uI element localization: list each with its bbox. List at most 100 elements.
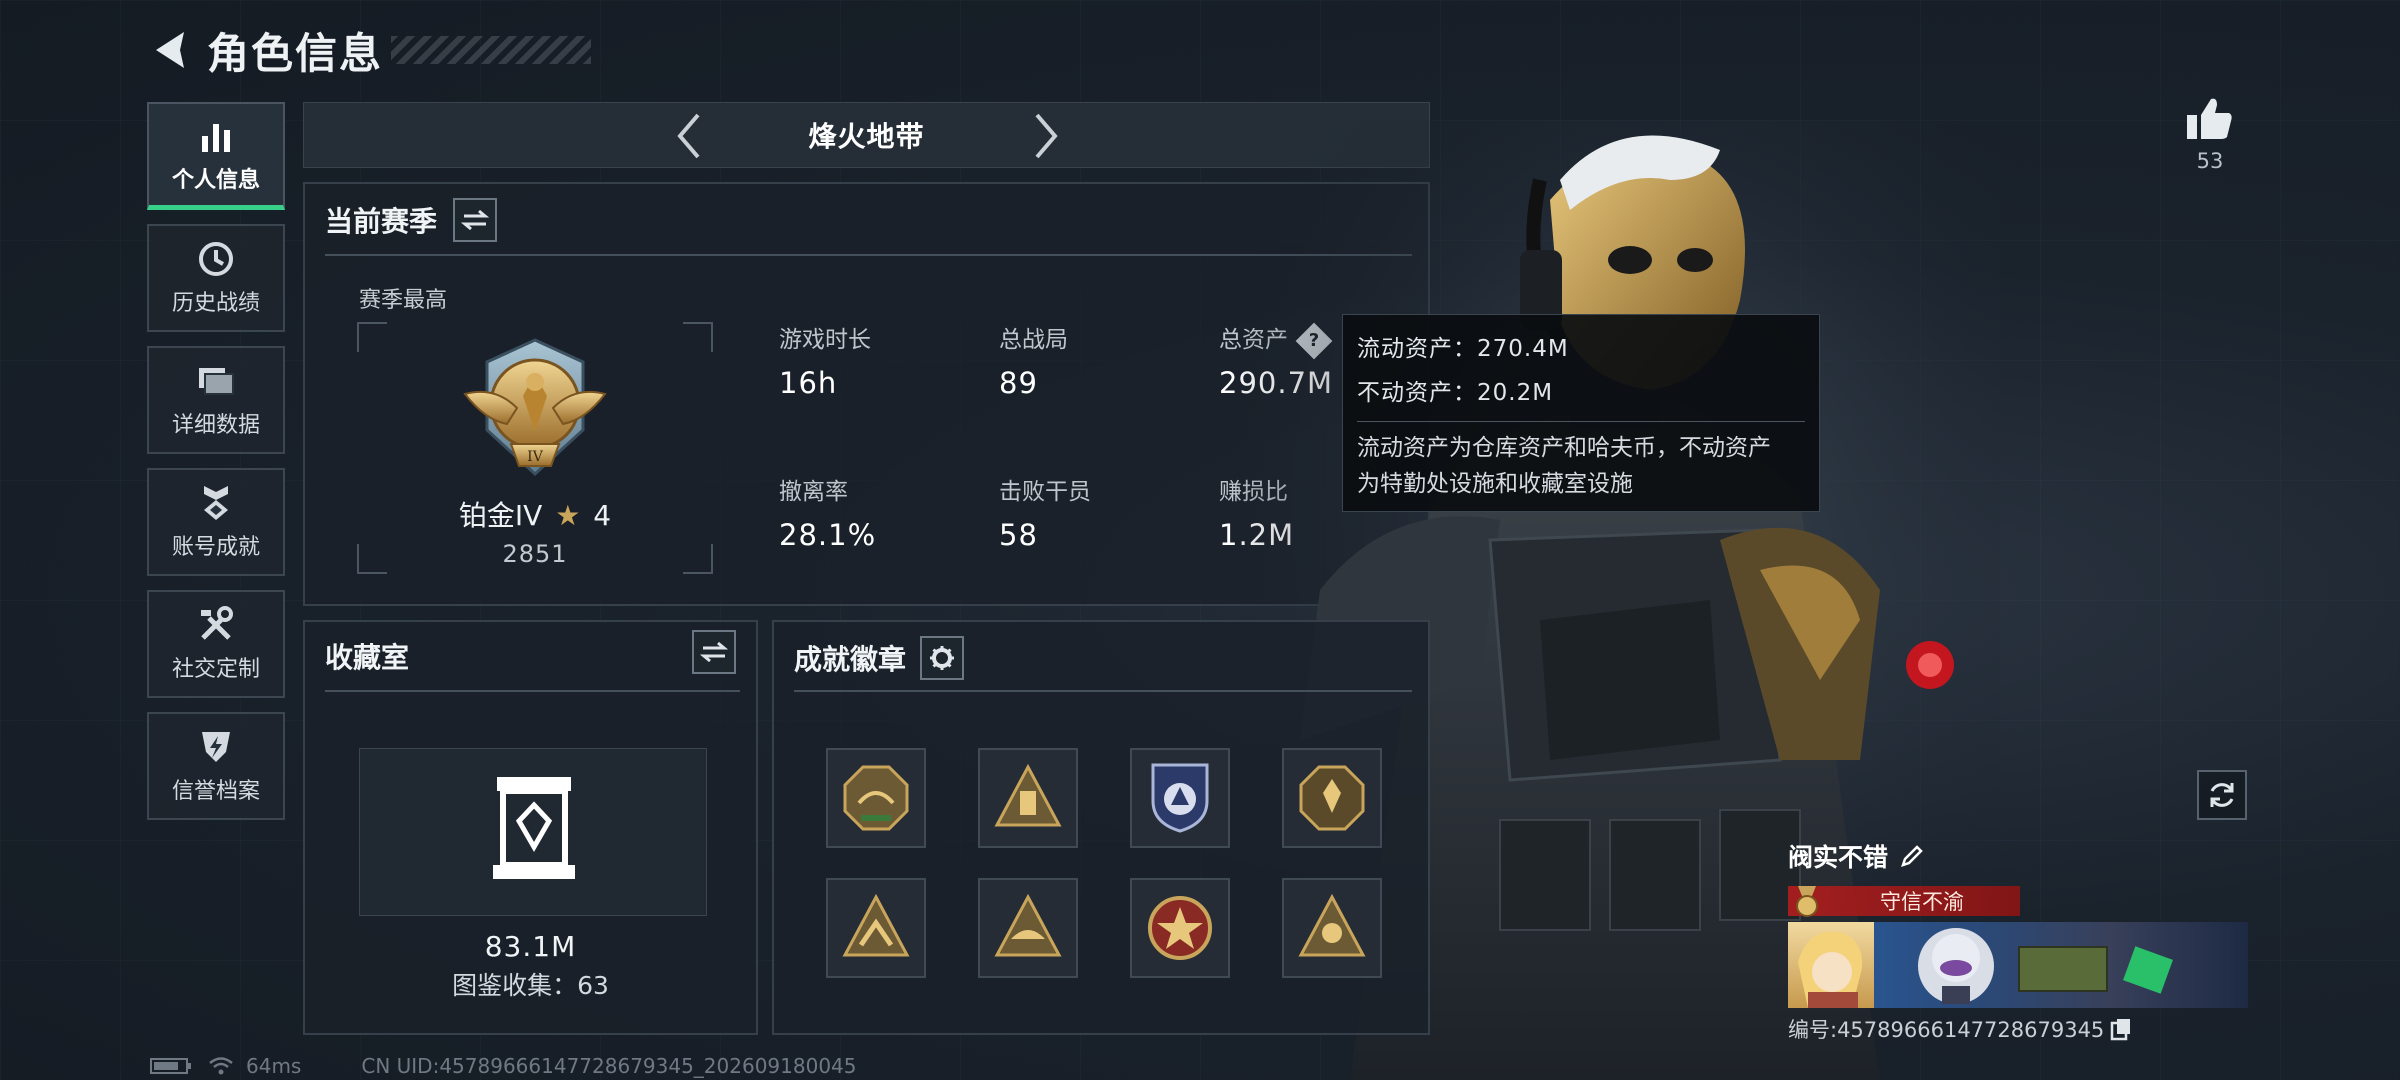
rank-name: 铂金IV ★ 4 (405, 494, 665, 534)
tooltip-description-2: 为特勤处设施和收藏室设施 (1357, 471, 1633, 497)
season-panel-title: 当前赛季 (325, 205, 438, 238)
triangle-badge-icon (994, 893, 1062, 957)
mode-title: 烽火地带 (808, 120, 925, 153)
namecard-banner[interactable] (1788, 922, 2248, 1008)
history-clock-icon (197, 239, 235, 279)
like-count: 53 (2196, 149, 2224, 173)
folders-icon (197, 361, 235, 401)
frame-corner (357, 544, 387, 574)
stat-label: 游戏时长 (779, 327, 871, 353)
thumbs-up-icon (2187, 98, 2232, 139)
rank-tier: 铂金IV (458, 499, 543, 532)
sidebar-item-personal-info[interactable]: 个人信息 (147, 102, 285, 210)
stat-value: 89 (999, 366, 1038, 400)
collection-count: 图鉴收集：63 (452, 971, 609, 1000)
badge-slot[interactable] (826, 748, 926, 848)
avatar (1788, 922, 1874, 1008)
sidebar-item-social-custom[interactable]: 社交定制 (147, 590, 285, 698)
panel-divider (325, 690, 740, 692)
tools-icon (197, 605, 235, 645)
rank-stars: 4 (593, 499, 612, 532)
collection-value: 83.1M (484, 930, 577, 963)
badge-slot[interactable] (1282, 878, 1382, 978)
back-button[interactable] (145, 20, 195, 80)
medal-icon (1796, 886, 1818, 917)
star-medal-icon (1148, 896, 1212, 960)
stat-operators-defeated: 击败干员 58 (999, 472, 1091, 552)
sidebar-item-reputation[interactable]: 信誉档案 (147, 712, 285, 820)
like-button[interactable]: 53 (2180, 95, 2240, 173)
achievement-badges-panel: 成就徽章 (772, 620, 1430, 1035)
chevron-right-icon (1035, 113, 1058, 159)
bar-chart-icon (198, 116, 234, 156)
sidebar-item-label: 详细数据 (171, 413, 260, 438)
assets-tooltip: 流动资产：270.4M 不动资产：20.2M 流动资产为仓库资产和哈夫币，不动资… (1342, 314, 1820, 512)
player-id: 编号:4578966614772867934​5 (1788, 1018, 2105, 1042)
chevron-left-icon (677, 113, 700, 159)
page-title: 角色信息 (207, 28, 384, 78)
banner-decoration (2018, 946, 2108, 992)
player-name-row: 阀实不错 (1788, 838, 2248, 874)
stat-total-matches: 总战局 89 (999, 320, 1068, 400)
tooltip-liquid-assets: 流动资产：270.4M (1357, 336, 1569, 362)
sidebar-item-label: 账号成就 (171, 535, 260, 560)
collection-switch-button[interactable] (692, 630, 736, 674)
banner-character-art (1918, 928, 1994, 1004)
swap-icon (461, 209, 490, 231)
frame-corner (683, 544, 713, 574)
stat-value: 28.1% (779, 518, 877, 552)
triangle-badge-icon (994, 763, 1062, 827)
badge-slot[interactable] (1130, 748, 1230, 848)
stat-label: 总战局 (999, 327, 1068, 353)
badge-slot[interactable] (978, 748, 1078, 848)
badges-panel-header: 成就徽章 (794, 636, 965, 680)
refresh-icon (2210, 783, 2234, 807)
stat-value: 16h (779, 366, 838, 400)
season-switch-button[interactable] (453, 198, 498, 242)
stat-play-time: 游戏时长 16h (779, 320, 871, 400)
stat-extract-rate: 撤离率 28.1% (779, 472, 876, 552)
gear-icon (930, 646, 955, 670)
swap-icon (700, 641, 728, 663)
rotate-view-button[interactable] (2197, 770, 2247, 820)
collection-panel-header: 收藏室 (325, 636, 409, 676)
badges-settings-button[interactable] (920, 636, 965, 680)
page-header: 角色信息 (145, 20, 592, 80)
season-panel-header: 当前赛季 (325, 198, 498, 242)
sidebar-item-label: 信誉档案 (171, 779, 260, 804)
mode-prev-button[interactable] (664, 111, 714, 161)
sidebar-item-label: 个人信息 (171, 167, 260, 193)
rank-emblem-icon: IV (455, 334, 615, 488)
shield-badge-icon (1151, 763, 1209, 833)
cn-uid: CN UID:4578966614772867934​5_20260918004… (361, 1054, 857, 1078)
edit-pencil-icon[interactable] (1900, 844, 1924, 868)
collection-panel-title: 收藏室 (325, 641, 410, 674)
status-bar: 64ms CN UID:4578966614772867934​5_202609… (150, 1054, 857, 1078)
sidebar-item-detailed-data[interactable]: 详细数据 (147, 346, 285, 454)
badge-slot[interactable] (1130, 878, 1230, 978)
sidebar-item-label: 社交定制 (171, 657, 260, 682)
triangle-badge-icon (842, 893, 910, 957)
mode-next-button[interactable] (1021, 111, 1071, 161)
octagon-badge-icon (843, 765, 909, 831)
collection-showcase[interactable] (359, 748, 707, 916)
banner-decoration (2123, 946, 2173, 994)
copy-icon[interactable] (2110, 1017, 2132, 1041)
panel-divider (794, 690, 1412, 692)
player-title: 守信不渝 (1880, 890, 1964, 914)
stat-label: 撤离率 (779, 479, 848, 505)
ping-value: 64ms (246, 1054, 302, 1078)
battery-icon (150, 1058, 191, 1074)
stat-value: 58 (999, 518, 1038, 552)
display-case-icon (493, 777, 575, 879)
star-icon: ★ (555, 499, 581, 532)
badge-slot[interactable] (1282, 748, 1382, 848)
sidebar-item-achievements[interactable]: 账号成就 (147, 468, 285, 576)
sidebar-item-label: 历史战绩 (171, 291, 260, 316)
badge-slot[interactable] (978, 878, 1078, 978)
badge-slot[interactable] (826, 878, 926, 978)
sidebar-item-history[interactable]: 历史战绩 (147, 224, 285, 332)
frame-corner (683, 322, 713, 352)
octagon-badge-icon (1299, 765, 1365, 831)
tooltip-fixed-assets: 不动资产：20.2M (1357, 380, 1554, 406)
